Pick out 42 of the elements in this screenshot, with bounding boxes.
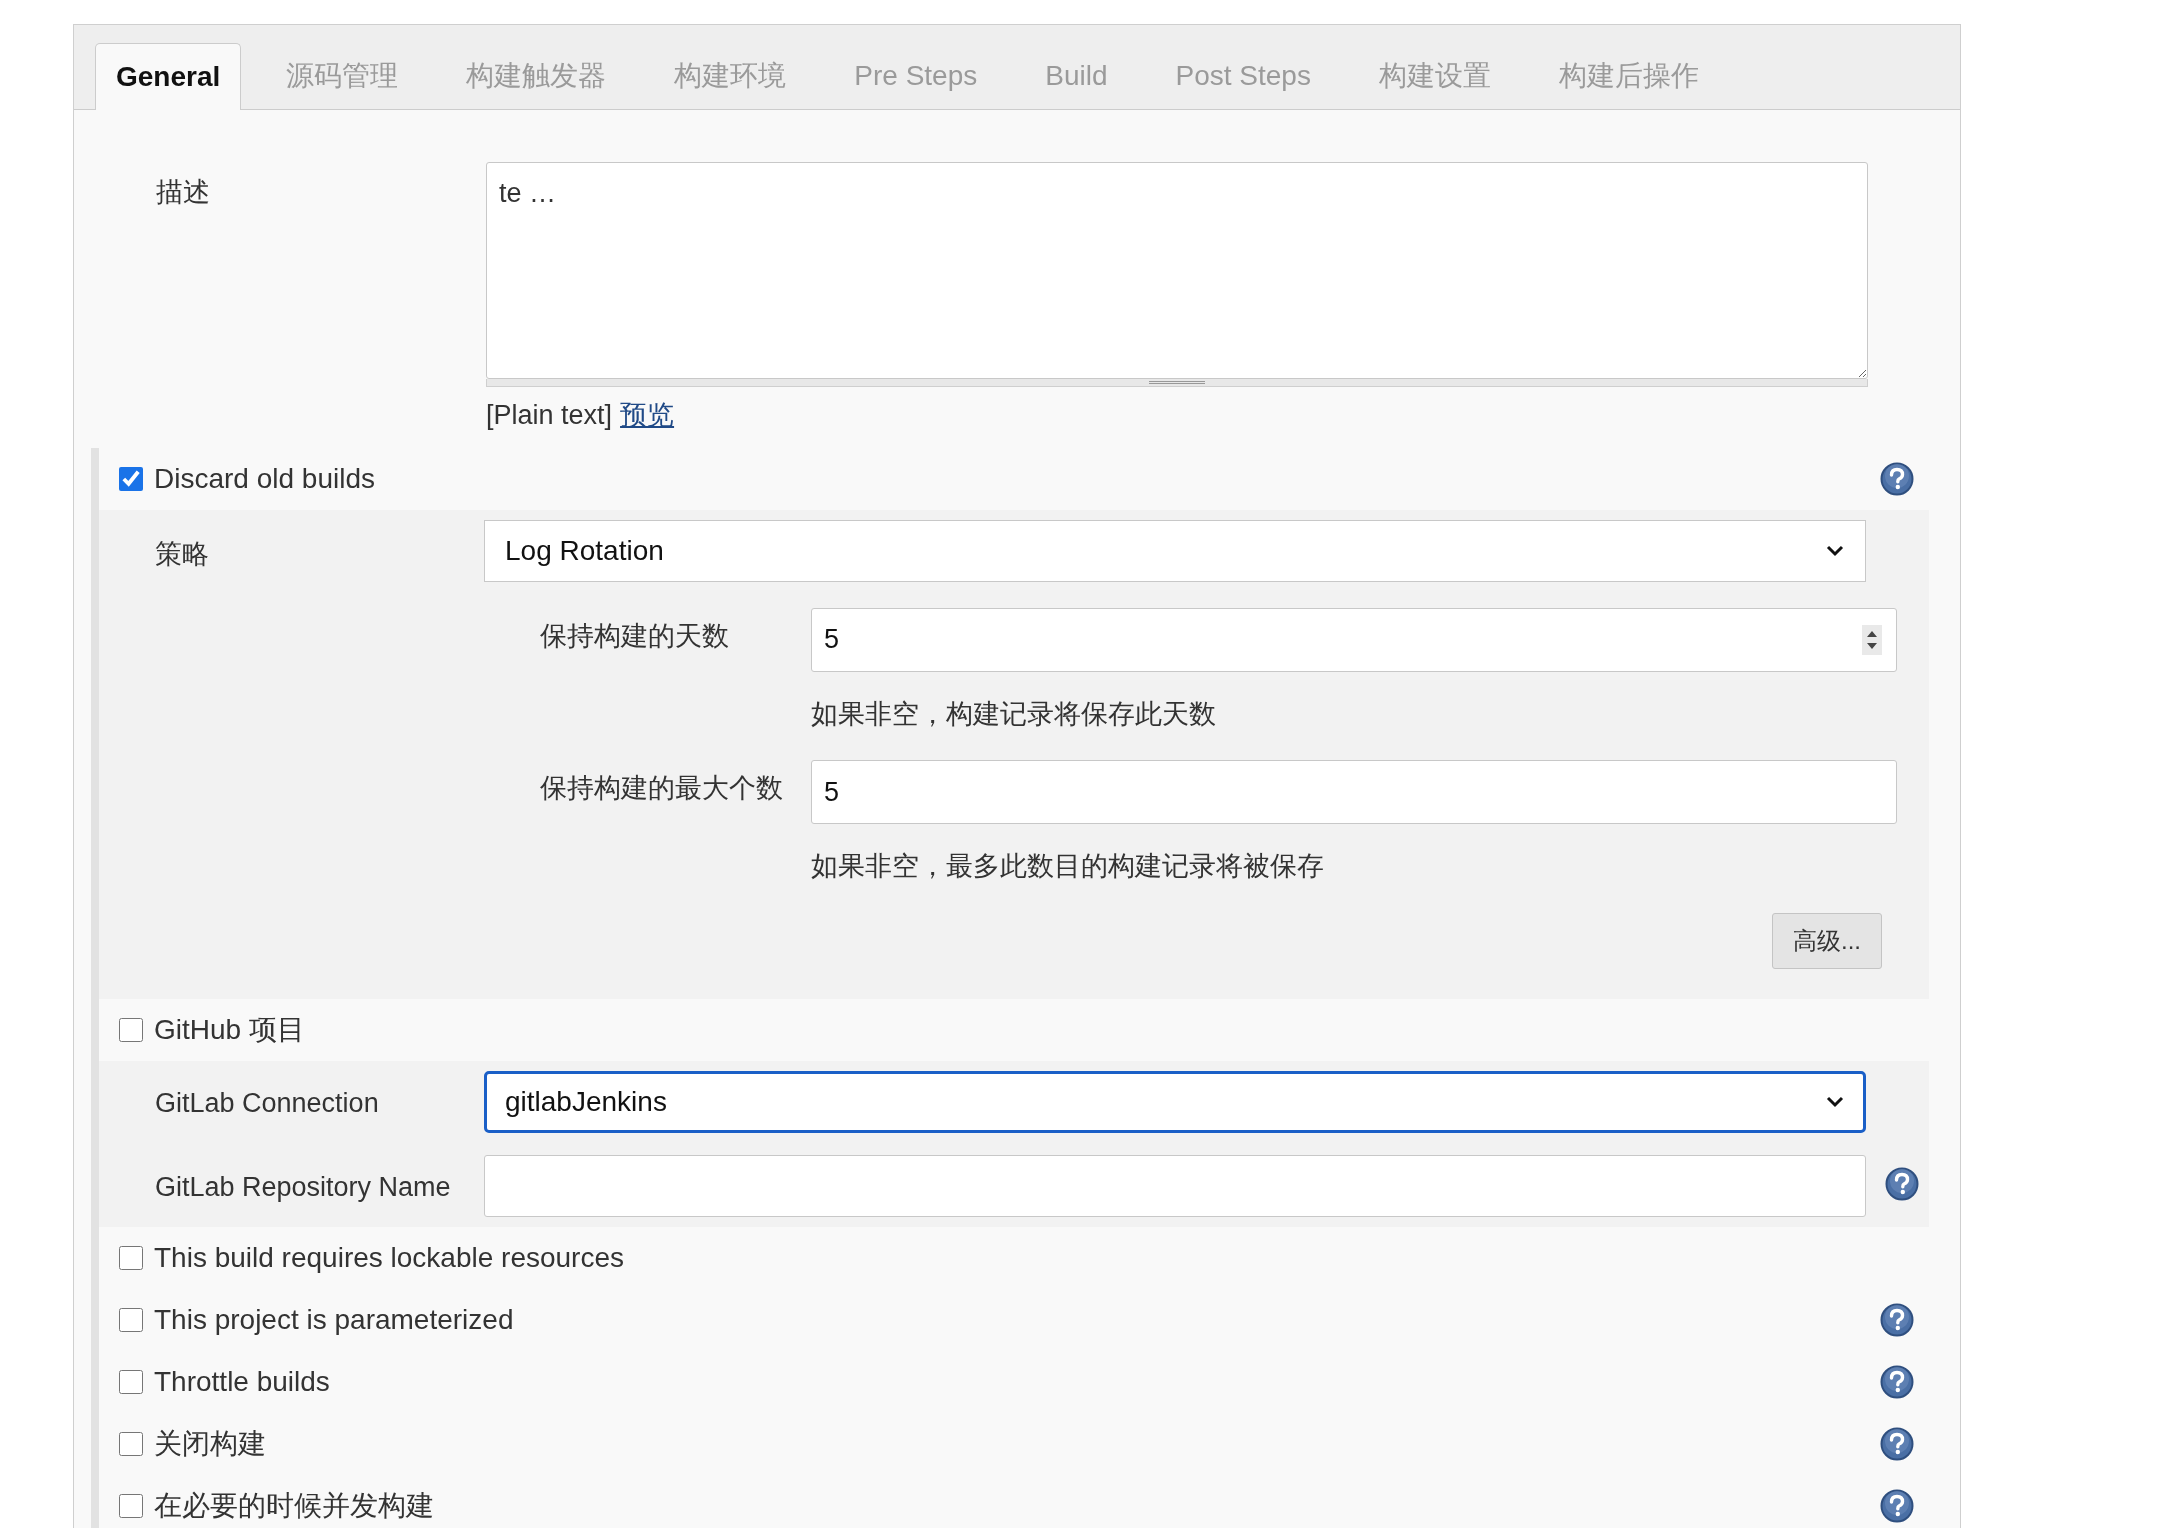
hint-text: 如果非空，最多此数目的构建记录将被保存 [811, 850, 1325, 883]
checkbox-label: Throttle builds [154, 1364, 330, 1399]
help-icon[interactable] [1885, 1166, 1919, 1201]
checkbox[interactable] [119, 1307, 143, 1332]
strategy-dropdown[interactable]: Log Rotation [484, 519, 1866, 582]
resize-handle[interactable] [486, 379, 1868, 387]
field-label: 描述 [155, 176, 211, 209]
chevron-down-icon [1825, 1094, 1845, 1109]
input-field[interactable]: 5 [811, 760, 1897, 824]
chevron-down-icon [1825, 543, 1845, 558]
help-icon[interactable] [1880, 1426, 1914, 1461]
checkbox-label: 关闭构建 [154, 1426, 266, 1461]
description-field[interactable]: te … [486, 162, 1868, 379]
checkbox-label: 在必要的时候并发构建 [154, 1488, 434, 1523]
checkbox[interactable] [119, 1431, 143, 1456]
checkbox[interactable] [119, 1493, 143, 1518]
checkbox[interactable] [119, 1017, 143, 1042]
field-label: 策略 [154, 537, 210, 571]
input-field[interactable]: 5 [811, 607, 1897, 672]
format-label: [Plain text] [486, 399, 613, 432]
checkbox-label: This build requires lockable resources [154, 1240, 624, 1275]
connection-dropdown[interactable]: gitlabJenkins [484, 1070, 1866, 1133]
help-icon[interactable] [1880, 461, 1914, 496]
advanced-button[interactable]: 高级... [1772, 912, 1882, 969]
checkbox[interactable] [119, 466, 143, 491]
checkbox-label: GitHub 项目 [154, 1012, 305, 1047]
preview-link[interactable]: 预览 [620, 395, 675, 436]
checkbox-label: This project is parameterized [154, 1302, 514, 1337]
spinner-icon[interactable] [1862, 624, 1882, 655]
field-label: 保持构建的最大个数 [539, 772, 784, 805]
help-icon[interactable] [1880, 1302, 1914, 1337]
field-label: GitLab Connection [154, 1086, 380, 1120]
field-label: GitLab Repository Name [154, 1170, 452, 1204]
input-field[interactable] [484, 1154, 1866, 1217]
help-icon[interactable] [1880, 1488, 1914, 1523]
checkbox-label: Discard old builds [154, 461, 375, 496]
checkbox[interactable] [119, 1369, 143, 1394]
tab[interactable]: General [95, 43, 242, 110]
checkbox[interactable] [119, 1245, 143, 1270]
hint-text: 如果非空，构建记录将保存此天数 [811, 697, 1217, 731]
field-label: 保持构建的天数 [539, 619, 730, 653]
help-icon[interactable] [1880, 1364, 1914, 1399]
